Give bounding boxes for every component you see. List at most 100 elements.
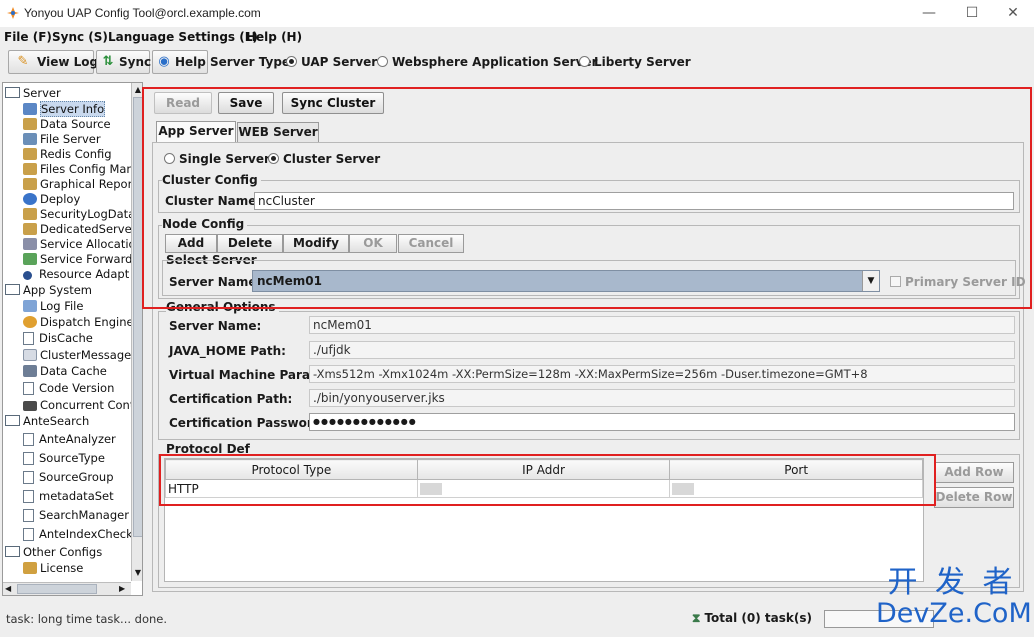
tree-item-cluster-message[interactable]: ClusterMessage xyxy=(23,347,131,363)
vm-param-field[interactable]: -Xms512m -Xmx1024m -XX:PermSize=128m -XX… xyxy=(309,365,1015,383)
cert-password-field[interactable]: ●●●●●●●●●●●●● xyxy=(309,413,1015,431)
server-info-panel: Read Save Sync Cluster App Server WEB Se… xyxy=(148,82,1034,596)
protocol-table-container: Protocol Type IP Addr Port HTTP xyxy=(164,458,924,582)
tree-item-service-allocation[interactable]: Service Allocatio xyxy=(23,236,136,252)
tree-item-metadata-set[interactable]: metadataSet xyxy=(23,488,114,504)
minimize-button[interactable]: — xyxy=(912,3,946,23)
task-total: ⧗ Total (0) task(s) xyxy=(692,611,812,625)
tree-item-security-log[interactable]: SecurityLogData xyxy=(23,206,135,222)
view-log-button[interactable]: ✎ View Log xyxy=(8,50,98,74)
app-logo-icon xyxy=(7,7,19,19)
tree-item-data-source[interactable]: Data Source xyxy=(23,116,111,132)
menu-file[interactable]: File (F) xyxy=(4,30,52,44)
tab-app-server[interactable]: App Server xyxy=(156,121,236,142)
node-add-button[interactable]: Add xyxy=(165,234,217,253)
tree-item-dispatch-engine[interactable]: Dispatch Engine xyxy=(23,314,134,330)
tree-item-service-forwarding[interactable]: Service Forwardi xyxy=(23,251,136,267)
general-server-name-field[interactable]: ncMem01 xyxy=(309,316,1015,334)
help-button[interactable]: ◉ Help xyxy=(152,50,208,74)
resource-icon xyxy=(23,271,32,280)
tree-item-dedicated-server[interactable]: DedicatedServer xyxy=(23,221,136,237)
tree-item-deploy[interactable]: Deploy xyxy=(23,191,80,207)
cell-ip-addr[interactable] xyxy=(416,479,671,498)
close-button[interactable]: ✕ xyxy=(996,3,1030,23)
cluster-name-input[interactable]: ncCluster xyxy=(254,192,1014,210)
menu-language-settings[interactable]: Language Settings (L) xyxy=(108,30,258,44)
tree-item-server-info[interactable]: Server Info xyxy=(23,101,106,117)
maximize-button[interactable]: ☐ xyxy=(955,3,989,23)
config-icon xyxy=(23,223,37,235)
col-port[interactable]: Port xyxy=(669,459,923,480)
delete-row-button[interactable]: Delete Row xyxy=(934,487,1014,508)
save-button[interactable]: Save xyxy=(218,92,274,114)
toolbar: ✎ View Log ⇅ Sync ◉ Help Server Type: UA… xyxy=(0,48,691,76)
tree-item-files-config[interactable]: Files Config Man xyxy=(23,161,134,177)
tree-hscroll-thumb[interactable] xyxy=(17,584,97,594)
table-row[interactable]: HTTP xyxy=(165,479,923,498)
radio-uap-server[interactable]: UAP Server xyxy=(286,55,377,69)
document-icon xyxy=(23,528,34,541)
tree-node-other-configs[interactable]: Other Configs xyxy=(5,544,102,560)
tree-item-source-type[interactable]: SourceType xyxy=(23,450,105,466)
help-icon: ◉ xyxy=(158,54,170,69)
cell-port[interactable] xyxy=(669,479,923,498)
node-ok-button[interactable]: OK xyxy=(349,234,397,253)
tree-item-discache[interactable]: DisCache xyxy=(23,330,93,346)
tree-node-ante-search[interactable]: AnteSearch xyxy=(5,413,89,429)
scroll-left-arrow-icon[interactable]: ◀ xyxy=(5,583,11,595)
tree-node-app-system[interactable]: App System xyxy=(5,282,92,298)
tree-item-redis-config[interactable]: Redis Config xyxy=(23,146,112,162)
cert-path-label: Certification Path: xyxy=(169,392,293,406)
scroll-down-arrow-icon[interactable]: ▼ xyxy=(133,567,142,579)
tree-item-ante-index-check[interactable]: AnteIndexCheck xyxy=(23,526,133,542)
tree-vertical-scrollbar[interactable]: ▲ ▼ xyxy=(131,83,142,581)
primary-server-checkbox[interactable]: Primary Server ID xyxy=(890,275,1026,289)
read-button[interactable]: Read xyxy=(154,92,212,114)
server-name-select[interactable]: ncMem01 xyxy=(252,270,880,292)
scroll-up-arrow-icon[interactable]: ▲ xyxy=(133,84,142,96)
tree-item-ante-analyzer[interactable]: AnteAnalyzer xyxy=(23,431,116,447)
dropdown-arrow-icon[interactable]: ▼ xyxy=(862,271,879,291)
checkbox-box xyxy=(890,276,901,287)
tree-item-data-cache[interactable]: Data Cache xyxy=(23,363,107,379)
license-icon xyxy=(23,562,37,574)
node-cancel-button[interactable]: Cancel xyxy=(398,234,464,253)
tree-item-file-server[interactable]: File Server xyxy=(23,131,101,147)
add-row-button[interactable]: Add Row xyxy=(934,462,1014,483)
radio-single-server[interactable]: Single Server xyxy=(164,152,270,166)
node-modify-button[interactable]: Modify xyxy=(283,234,349,253)
config-tree[interactable]: Server Server Info Data Source File Serv… xyxy=(2,82,143,596)
sync-button[interactable]: ⇅ Sync xyxy=(96,50,151,74)
tree-item-search-manager[interactable]: SearchManager xyxy=(23,507,129,523)
scroll-right-arrow-icon[interactable]: ▶ xyxy=(119,583,125,595)
menu-bar: File (F) Sync (S) Language Settings (L) … xyxy=(0,27,1034,47)
tree-item-code-version[interactable]: Code Version xyxy=(23,380,114,396)
radio-cluster-server[interactable]: Cluster Server xyxy=(268,152,380,166)
menu-help[interactable]: Help (H) xyxy=(246,30,302,44)
radio-liberty[interactable]: Liberty Server xyxy=(579,55,691,69)
menu-sync[interactable]: Sync (S) xyxy=(52,30,108,44)
tree-scroll-thumb[interactable] xyxy=(133,97,142,537)
tree-item-concurrent-control[interactable]: Concurrent Cont xyxy=(23,397,134,413)
tree-node-server[interactable]: Server xyxy=(5,85,61,101)
col-protocol-type[interactable]: Protocol Type xyxy=(165,459,418,480)
redacted-port xyxy=(672,483,695,495)
protocol-def-title: Protocol Def xyxy=(166,442,253,456)
tree-item-log-file[interactable]: Log File xyxy=(23,298,83,314)
java-home-field[interactable]: ./ufjdk xyxy=(309,341,1015,359)
node-delete-button[interactable]: Delete xyxy=(217,234,283,253)
tab-web-server[interactable]: WEB Server xyxy=(237,122,319,142)
radio-websphere[interactable]: Websphere Application Server xyxy=(377,55,597,69)
cert-path-field[interactable]: ./bin/yonyouserver.jks xyxy=(309,389,1015,407)
tree-item-graphical-report[interactable]: Graphical Repor xyxy=(23,176,132,192)
tree-item-source-group[interactable]: SourceGroup xyxy=(23,469,114,485)
title-bar: Yonyou UAP Config Tool@orcl.example.com … xyxy=(0,0,1034,27)
cell-protocol-type[interactable]: HTTP xyxy=(165,479,418,498)
tree-horizontal-scrollbar[interactable]: ◀ ▶ xyxy=(3,582,131,595)
folder-icon xyxy=(5,284,20,295)
mail-icon xyxy=(23,349,37,361)
sync-cluster-button[interactable]: Sync Cluster xyxy=(282,92,384,114)
tree-item-license[interactable]: License xyxy=(23,560,83,576)
col-ip-addr[interactable]: IP Addr xyxy=(416,459,671,480)
tree-item-resource-adapter[interactable]: Resource Adapt xyxy=(23,266,129,282)
